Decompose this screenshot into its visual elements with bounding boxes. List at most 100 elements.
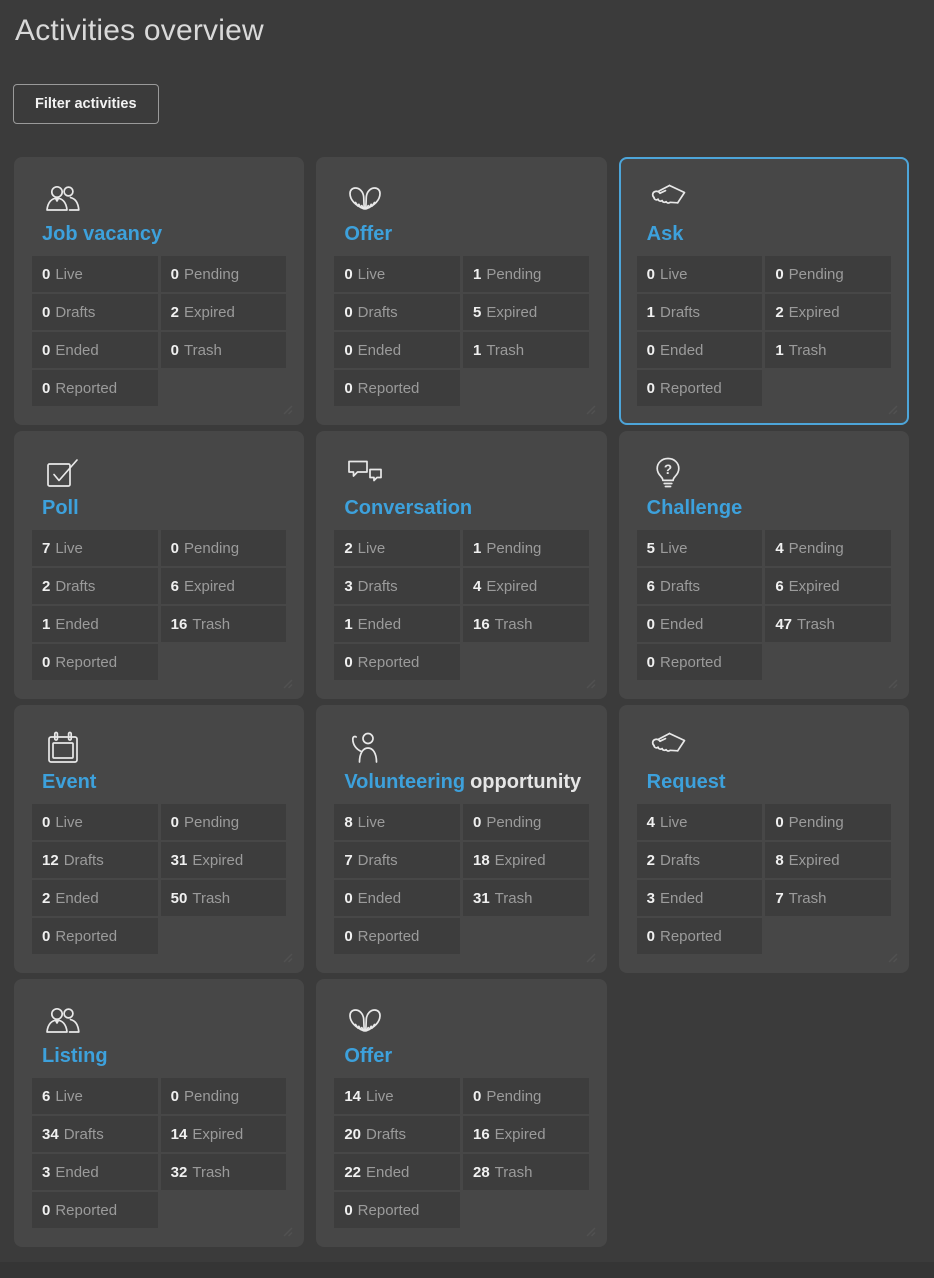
stat-cell-drafts[interactable]: 7Drafts [334,842,460,878]
stat-cell-pending[interactable]: 0Pending [161,530,287,566]
stat-cell-live[interactable]: 6Live [32,1078,158,1114]
card-title-link[interactable]: Offer [344,222,588,246]
stat-cell-expired[interactable]: 6Expired [161,568,287,604]
activity-card-listing[interactable]: Listing 6Live0Pending34Drafts14Expired3E… [14,979,304,1247]
stat-cell-reported[interactable]: 0Reported [334,370,460,406]
stat-cell-live[interactable]: 2Live [334,530,460,566]
stat-cell-trash[interactable]: 16Trash [463,606,589,642]
card-title-link[interactable]: Job vacancy [42,222,286,246]
stat-cell-expired[interactable]: 2Expired [765,294,891,330]
filter-activities-button[interactable]: Filter activities [13,84,159,124]
activity-card-offer[interactable]: Offer 0Live1Pending0Drafts5Expired0Ended… [316,157,606,425]
stat-cell-expired[interactable]: 8Expired [765,842,891,878]
stat-cell-trash[interactable]: 1Trash [765,332,891,368]
card-title-link[interactable]: Request [647,770,891,794]
stat-cell-live[interactable]: 0Live [32,256,158,292]
stat-cell-reported[interactable]: 0Reported [334,1192,460,1228]
stat-cell-trash[interactable]: 16Trash [161,606,287,642]
stat-cell-ended[interactable]: 1Ended [32,606,158,642]
stat-cell-trash[interactable]: 50Trash [161,880,287,916]
activity-card-offer[interactable]: Offer 14Live0Pending20Drafts16Expired22E… [316,979,606,1247]
card-title-link[interactable]: Challenge [647,496,891,520]
stat-cell-drafts[interactable]: 20Drafts [334,1116,460,1152]
stat-cell-ended[interactable]: 0Ended [334,880,460,916]
activity-card-poll[interactable]: Poll 7Live0Pending2Drafts6Expired1Ended1… [14,431,304,699]
stat-cell-drafts[interactable]: 12Drafts [32,842,158,878]
activity-card-conversation[interactable]: Conversation 2Live1Pending3Drafts4Expire… [316,431,606,699]
stat-cell-live[interactable]: 0Live [637,256,763,292]
stat-cell-reported[interactable]: 0Reported [637,644,763,680]
stat-cell-ended[interactable]: 0Ended [334,332,460,368]
stat-cell-ended[interactable]: 0Ended [32,332,158,368]
stat-cell-live[interactable]: 14Live [334,1078,460,1114]
stat-cell-drafts[interactable]: 2Drafts [637,842,763,878]
stat-cell-reported[interactable]: 0Reported [637,918,763,954]
stat-cell-expired[interactable]: 16Expired [463,1116,589,1152]
stat-cell-reported[interactable]: 0Reported [334,918,460,954]
stat-cell-expired[interactable]: 14Expired [161,1116,287,1152]
stat-cell-pending[interactable]: 1Pending [463,530,589,566]
stat-cell-trash[interactable]: 31Trash [463,880,589,916]
stat-cell-live[interactable]: 4Live [637,804,763,840]
stat-cell-ended[interactable]: 2Ended [32,880,158,916]
stat-cell-pending[interactable]: 0Pending [765,804,891,840]
activity-card-job-vacancy[interactable]: Job vacancy 0Live0Pending0Drafts2Expired… [14,157,304,425]
card-title-link[interactable]: Ask [647,222,891,246]
activity-card-ask[interactable]: Ask 0Live0Pending1Drafts2Expired0Ended1T… [619,157,909,425]
stat-cell-pending[interactable]: 0Pending [161,1078,287,1114]
stat-cell-pending[interactable]: 0Pending [463,804,589,840]
stat-cell-drafts[interactable]: 34Drafts [32,1116,158,1152]
stat-cell-pending[interactable]: 0Pending [463,1078,589,1114]
stat-cell-pending[interactable]: 4Pending [765,530,891,566]
stat-cell-drafts[interactable]: 1Drafts [637,294,763,330]
stat-cell-ended[interactable]: 0Ended [637,606,763,642]
stat-cell-trash[interactable]: 47Trash [765,606,891,642]
stat-cell-reported[interactable]: 0Reported [334,644,460,680]
card-title-link[interactable]: Conversation [344,496,588,520]
stat-cell-expired[interactable]: 6Expired [765,568,891,604]
stat-cell-ended[interactable]: 22Ended [334,1154,460,1190]
card-title-link[interactable]: Volunteeringopportunity [344,770,588,794]
stat-cell-expired[interactable]: 5Expired [463,294,589,330]
stat-cell-trash[interactable]: 0Trash [161,332,287,368]
activity-card-volunteering[interactable]: Volunteeringopportunity 8Live0Pending7Dr… [316,705,606,973]
stat-cell-live[interactable]: 5Live [637,530,763,566]
stat-cell-ended[interactable]: 1Ended [334,606,460,642]
stat-cell-live[interactable]: 0Live [334,256,460,292]
stat-cell-trash[interactable]: 28Trash [463,1154,589,1190]
stat-cell-pending[interactable]: 1Pending [463,256,589,292]
stat-cell-ended[interactable]: 0Ended [637,332,763,368]
stat-cell-drafts[interactable]: 0Drafts [334,294,460,330]
stat-cell-reported[interactable]: 0Reported [32,1192,158,1228]
stat-cell-trash[interactable]: 7Trash [765,880,891,916]
stat-cell-live[interactable]: 8Live [334,804,460,840]
stat-cell-expired[interactable]: 31Expired [161,842,287,878]
stat-cell-pending[interactable]: 0Pending [161,256,287,292]
stat-cell-live[interactable]: 0Live [32,804,158,840]
stat-cell-reported[interactable]: 0Reported [32,644,158,680]
stat-cell-reported[interactable]: 0Reported [637,370,763,406]
stat-cell-reported[interactable]: 0Reported [32,918,158,954]
stat-cell-drafts[interactable]: 0Drafts [32,294,158,330]
stat-cell-drafts[interactable]: 6Drafts [637,568,763,604]
stat-cell-expired[interactable]: 4Expired [463,568,589,604]
stat-cell-ended[interactable]: 3Ended [32,1154,158,1190]
stat-cell-ended[interactable]: 3Ended [637,880,763,916]
stat-cell-live[interactable]: 7Live [32,530,158,566]
card-title-link[interactable]: Listing [42,1044,286,1068]
stat-cell-drafts[interactable]: 2Drafts [32,568,158,604]
stat-cell-expired[interactable]: 2Expired [161,294,287,330]
stat-cell-drafts[interactable]: 3Drafts [334,568,460,604]
stat-cell-pending[interactable]: 0Pending [161,804,287,840]
activity-card-challenge[interactable]: ? Challenge 5Live4Pending6Drafts6Expired… [619,431,909,699]
stat-cell-expired[interactable]: 18Expired [463,842,589,878]
card-title-link[interactable]: Event [42,770,286,794]
activity-card-event[interactable]: Event 0Live0Pending12Drafts31Expired2End… [14,705,304,973]
stat-cell-pending[interactable]: 0Pending [765,256,891,292]
activity-card-request[interactable]: Request 4Live0Pending2Drafts8Expired3End… [619,705,909,973]
stat-cell-trash[interactable]: 1Trash [463,332,589,368]
stat-cell-reported[interactable]: 0Reported [32,370,158,406]
card-title-link[interactable]: Poll [42,496,286,520]
card-title-link[interactable]: Offer [344,1044,588,1068]
stat-cell-trash[interactable]: 32Trash [161,1154,287,1190]
